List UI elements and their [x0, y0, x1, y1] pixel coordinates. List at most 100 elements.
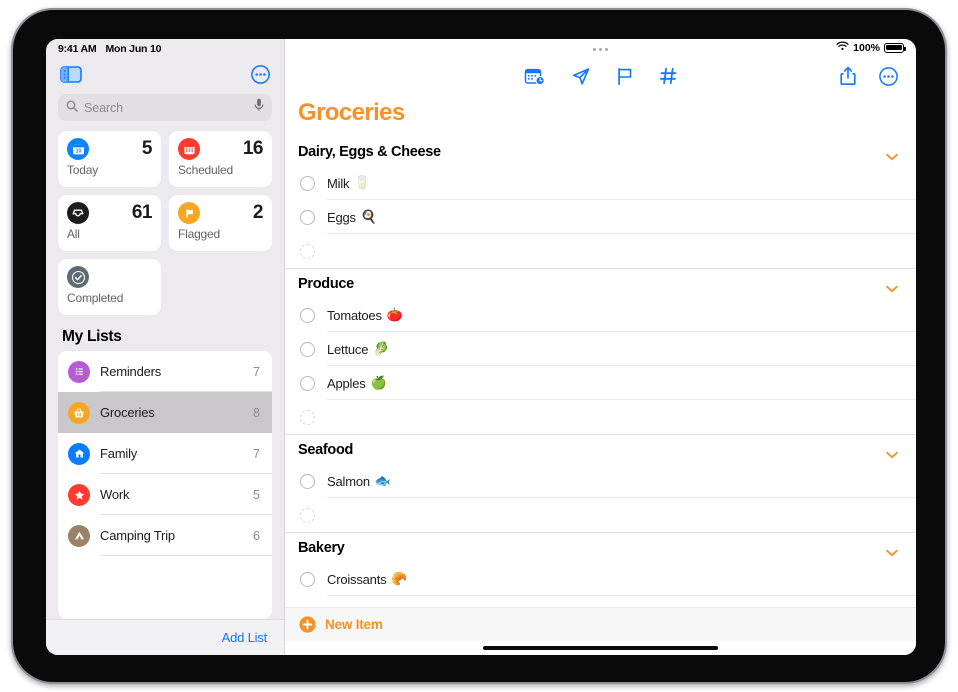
- list-item[interactable]: Eggs 🍳: [285, 200, 916, 234]
- sidebar-more-circle-icon[interactable]: [251, 64, 270, 84]
- list-item-work[interactable]: Work 5: [58, 474, 272, 515]
- list-count: 8: [253, 405, 260, 420]
- item-label: Eggs: [327, 209, 356, 225]
- magnifier-icon: [66, 99, 78, 117]
- my-lists-container: Reminders 7 Groceries 8 Family 7 Work 5 …: [58, 351, 272, 619]
- star-icon: [68, 483, 90, 506]
- toolbar-center-icons: [524, 67, 677, 86]
- wifi-icon: [836, 41, 849, 54]
- checkbox-circle[interactable]: [300, 571, 315, 587]
- list-count: 7: [253, 446, 260, 461]
- list-item[interactable]: Salmon 🐟: [285, 464, 916, 498]
- list-item[interactable]: Lettuce 🥬: [285, 332, 916, 366]
- checkbox-circle[interactable]: [300, 341, 315, 357]
- item-text: Lettuce 🥬: [327, 341, 389, 357]
- item-text: Milk 🥛: [327, 175, 371, 191]
- sidebar-toolbar: [46, 57, 284, 91]
- location-arrow-icon[interactable]: [571, 67, 590, 86]
- status-time: 9:41 AM: [58, 43, 97, 55]
- list-count: 7: [253, 364, 260, 379]
- status-date: Mon Jun 10: [105, 43, 162, 55]
- new-item-button[interactable]: New Item: [285, 607, 916, 641]
- new-item-placeholder-row[interactable]: [285, 400, 916, 434]
- checkbox-circle-empty[interactable]: [300, 409, 315, 425]
- microphone-icon[interactable]: [254, 98, 264, 117]
- smart-list-label: Completed: [67, 291, 124, 305]
- new-item-placeholder-row[interactable]: [285, 498, 916, 532]
- smart-list-count: 61: [131, 202, 153, 223]
- divider: [327, 595, 916, 596]
- section-header-produce[interactable]: Produce: [285, 269, 916, 298]
- section-header-dairy[interactable]: Dairy, Eggs & Cheese: [285, 137, 916, 166]
- item-emoji: 🍏: [370, 375, 387, 390]
- ipad-screen: 9:41 AM Mon Jun 10 Search 10 5 Today 16 …: [46, 39, 916, 655]
- main-more-circle-icon[interactable]: [879, 66, 898, 86]
- hashtag-icon[interactable]: [659, 67, 677, 85]
- list-item[interactable]: Croissants 🥐: [285, 562, 916, 596]
- list-name: Work: [100, 487, 130, 502]
- chevron-down-icon[interactable]: [886, 280, 898, 293]
- item-text: Salmon 🐟: [327, 473, 391, 489]
- checkbox-circle[interactable]: [300, 209, 315, 225]
- battery-full-icon: [884, 42, 906, 53]
- list-name: Groceries: [100, 405, 155, 420]
- flag-icon: [178, 202, 200, 224]
- checkbox-circle[interactable]: [300, 473, 315, 489]
- window-grabber-icon[interactable]: [593, 47, 608, 51]
- main-pane: 100% Groceries Dairy, Eggs & Cheese Milk…: [284, 39, 916, 655]
- checkbox-circle[interactable]: [300, 307, 315, 323]
- item-text: Tomatoes 🍅: [327, 307, 403, 323]
- checkmark-icon: [67, 266, 89, 288]
- divider: [100, 555, 272, 556]
- chevron-down-icon[interactable]: [886, 544, 898, 557]
- checkbox-circle[interactable]: [300, 375, 315, 391]
- smart-list-label: Scheduled: [178, 163, 233, 177]
- list-item[interactable]: Apples 🍏: [285, 366, 916, 400]
- list-item-camping-trip[interactable]: Camping Trip 6: [58, 515, 272, 556]
- smart-list-scheduled[interactable]: 16 Scheduled: [169, 131, 272, 187]
- item-emoji: 🍅: [386, 307, 403, 322]
- smart-list-flagged[interactable]: 2 Flagged: [169, 195, 272, 251]
- list-item-family[interactable]: Family 7: [58, 433, 272, 474]
- sidebar-toggle-icon[interactable]: [60, 65, 82, 83]
- bulleted-list-icon: [68, 360, 90, 383]
- list-name: Camping Trip: [100, 528, 175, 543]
- chevron-down-icon[interactable]: [886, 446, 898, 459]
- items-scroll-area[interactable]: Dairy, Eggs & Cheese Milk 🥛 Eggs 🍳 Produ…: [285, 137, 916, 607]
- search-input[interactable]: Search: [58, 94, 272, 121]
- new-item-placeholder-row[interactable]: [285, 234, 916, 268]
- status-indicators: 100%: [836, 41, 906, 54]
- list-item-reminders[interactable]: Reminders 7: [58, 351, 272, 392]
- section-header-bakery[interactable]: Bakery: [285, 533, 916, 562]
- flag-outline-icon[interactable]: [616, 67, 633, 86]
- smart-list-completed[interactable]: Completed: [58, 259, 161, 315]
- section-title: Produce: [298, 276, 354, 292]
- page-title: Groceries: [298, 99, 405, 126]
- smart-list-label: All: [67, 227, 80, 241]
- smart-list-label: Today: [67, 163, 99, 177]
- share-icon[interactable]: [840, 66, 856, 86]
- calendar-day-icon: 10: [67, 138, 89, 160]
- checkbox-circle-empty[interactable]: [300, 507, 315, 523]
- home-indicator[interactable]: [483, 646, 718, 650]
- list-item-groceries[interactable]: Groceries 8: [58, 392, 272, 433]
- checkbox-circle-empty[interactable]: [300, 243, 315, 259]
- item-emoji: 🍳: [360, 209, 377, 224]
- section-header-seafood[interactable]: Seafood: [285, 435, 916, 464]
- svg-text:10: 10: [75, 148, 81, 154]
- list-item[interactable]: Tomatoes 🍅: [285, 298, 916, 332]
- smart-list-today[interactable]: 10 5 Today: [58, 131, 161, 187]
- list-count: 5: [253, 487, 260, 502]
- list-item[interactable]: Milk 🥛: [285, 166, 916, 200]
- add-list-button[interactable]: Add List: [222, 630, 268, 645]
- smart-list-all[interactable]: 61 All: [58, 195, 161, 251]
- basket-icon: [68, 401, 90, 424]
- house-icon: [68, 442, 90, 465]
- checkbox-circle[interactable]: [300, 175, 315, 191]
- chevron-down-icon[interactable]: [886, 148, 898, 161]
- toolbar-right-icons: [840, 66, 898, 86]
- calendar-badge-clock-icon[interactable]: [524, 67, 545, 86]
- plus-circle-icon[interactable]: [299, 616, 316, 633]
- sidebar-footer: Add List: [46, 619, 284, 655]
- main-toolbar: [285, 57, 916, 95]
